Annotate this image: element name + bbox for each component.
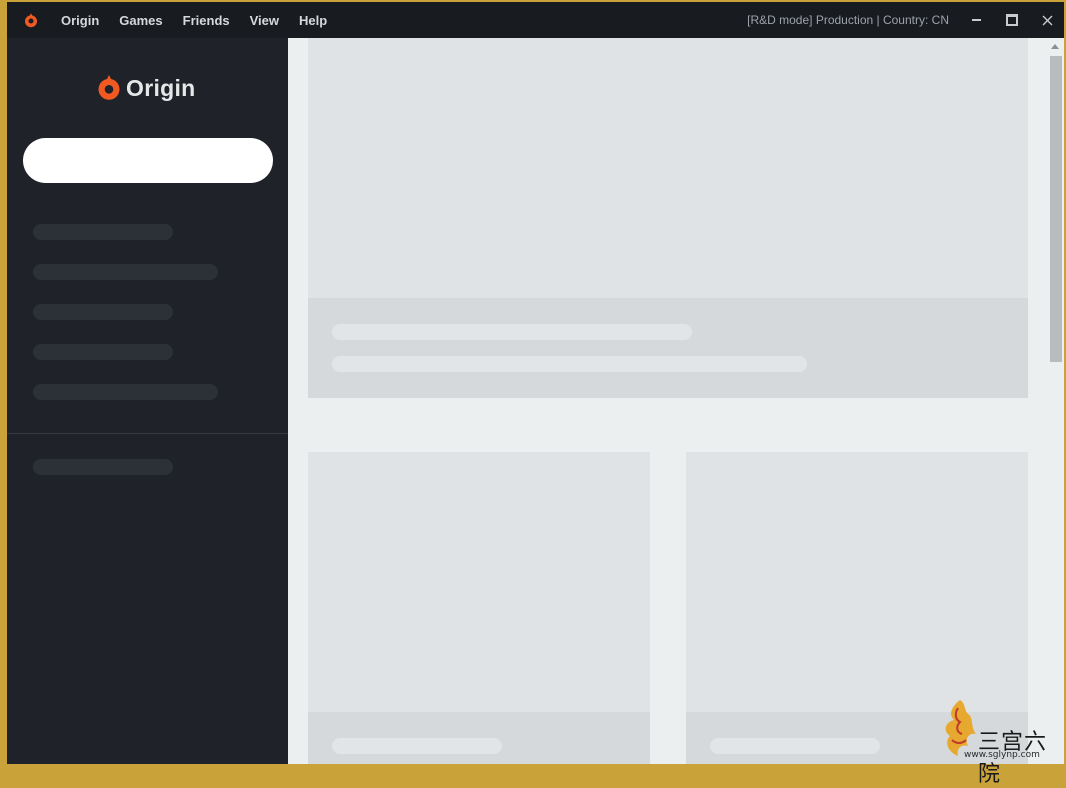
- watermark-url: www.sglynp.com: [964, 750, 1040, 760]
- hero-caption-placeholder: [308, 298, 1028, 398]
- text-line-placeholder: [332, 738, 502, 754]
- origin-window: Origin Games Friends View Help [R&D mode…: [7, 2, 1064, 764]
- nav-item-placeholder[interactable]: [33, 224, 173, 240]
- nav-item-placeholder[interactable]: [33, 304, 173, 320]
- menu-help[interactable]: Help: [299, 11, 327, 30]
- tile-image-placeholder[interactable]: [686, 452, 1028, 712]
- close-button[interactable]: [1034, 8, 1060, 32]
- menu-origin[interactable]: Origin: [61, 11, 99, 30]
- maximize-icon: [1006, 14, 1018, 26]
- nav-item-placeholder[interactable]: [33, 344, 173, 360]
- nav-item-placeholder[interactable]: [33, 459, 173, 475]
- scrollbar-thumb[interactable]: [1050, 56, 1062, 362]
- title-bar: Origin Games Friends View Help [R&D mode…: [7, 2, 1064, 38]
- nav-item-placeholder[interactable]: [33, 384, 218, 400]
- menu-games[interactable]: Games: [119, 11, 162, 30]
- text-line-placeholder: [710, 738, 880, 754]
- menu-view[interactable]: View: [250, 11, 279, 30]
- hero-image-placeholder[interactable]: [308, 38, 1028, 298]
- close-icon: [1042, 15, 1052, 25]
- brand-name: Origin: [126, 74, 196, 101]
- environment-status: [R&D mode] Production | Country: CN: [747, 13, 949, 27]
- maximize-button[interactable]: [999, 8, 1025, 32]
- menu-friends[interactable]: Friends: [183, 11, 230, 30]
- vertical-scrollbar[interactable]: [1047, 38, 1064, 764]
- search-input[interactable]: [23, 138, 273, 183]
- menu-bar: Origin Games Friends View Help: [61, 2, 327, 38]
- nav-item-placeholder[interactable]: [33, 264, 218, 280]
- minimize-icon: [971, 19, 981, 21]
- scroll-up-arrow-icon[interactable]: [1051, 44, 1059, 49]
- tile-caption-placeholder: [308, 712, 650, 764]
- main-content: [288, 38, 1064, 764]
- text-line-placeholder: [332, 324, 692, 340]
- origin-logo-icon[interactable]: [23, 12, 39, 28]
- origin-logo-icon: [98, 75, 120, 100]
- minimize-button[interactable]: [963, 8, 989, 32]
- tile-image-placeholder[interactable]: [308, 452, 650, 712]
- watermark: 三宫六院 www.sglynp.com: [938, 696, 1062, 787]
- sidebar-divider: [7, 433, 288, 434]
- sidebar: Origin: [7, 38, 288, 764]
- text-line-placeholder: [332, 356, 807, 372]
- brand-logo[interactable]: Origin: [97, 74, 196, 102]
